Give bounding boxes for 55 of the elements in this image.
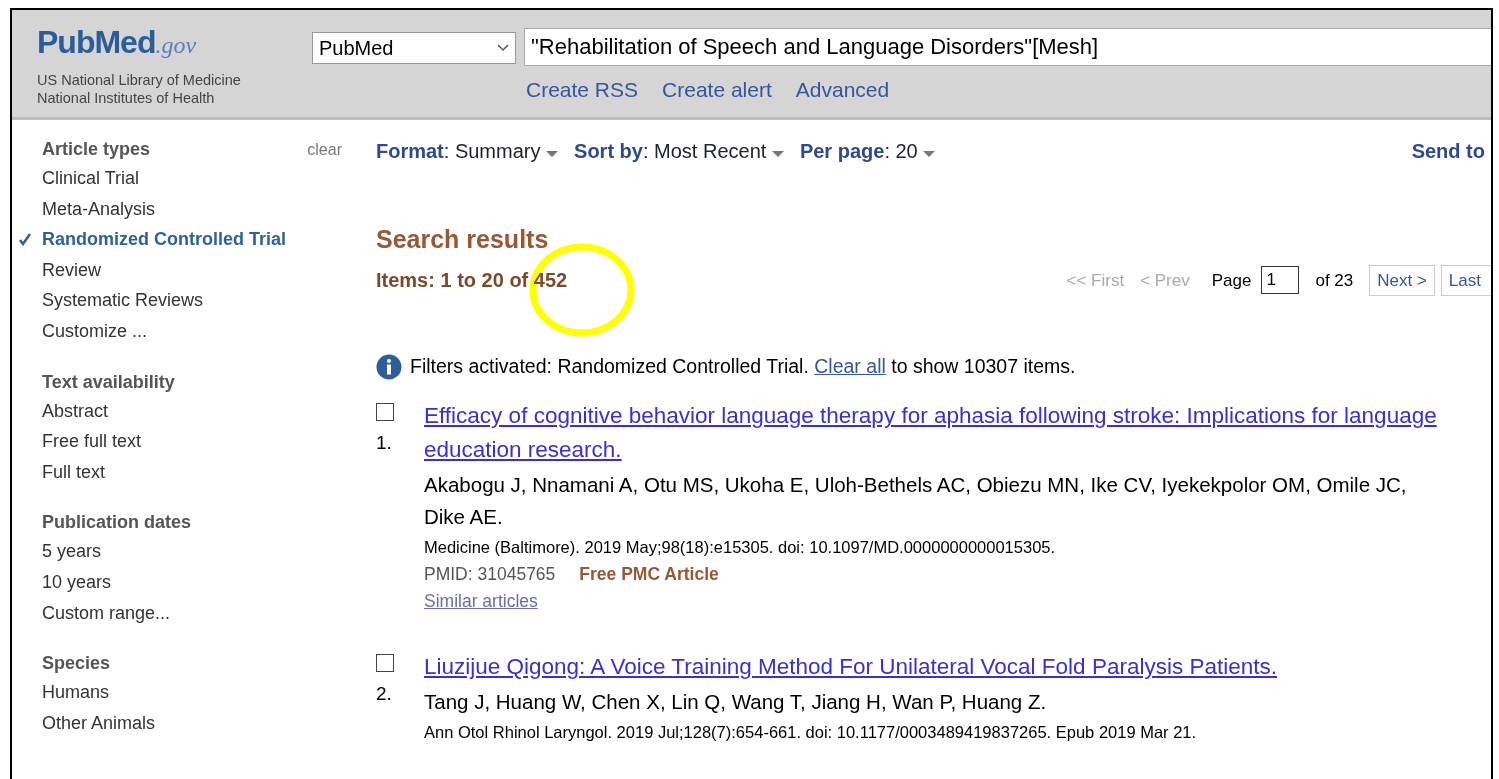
display-option[interactable]: Format: Summary xyxy=(376,136,559,166)
filter-item[interactable]: Meta-Analysis xyxy=(42,193,156,225)
chevron-icon xyxy=(497,44,509,52)
header-link[interactable]: Create RSS xyxy=(526,74,639,106)
pagination-link[interactable]: Next > xyxy=(1369,264,1435,296)
filter-heading: Text availability xyxy=(42,370,175,394)
result-title-link[interactable]: Liuzijue Qigong: A Voice Training Method For Unilateral Vocal Fold Paralysis Patients. xyxy=(424,649,1277,684)
filter-item[interactable]: 5 years xyxy=(42,536,102,567)
page-total: of 23 xyxy=(1315,269,1354,292)
filter-item[interactable]: Full text xyxy=(42,456,106,488)
filter-item[interactable]: Clinical Trial xyxy=(42,163,140,194)
page-label: Page xyxy=(1211,269,1252,292)
similar-articles-link[interactable]: Similar articles xyxy=(424,590,538,611)
filter-heading: Article types xyxy=(42,138,151,161)
search-field[interactable]: "Rehabilitation of Speech and Language Disorders"[Mesh] xyxy=(524,28,1491,66)
org-name: National Institutes of Health xyxy=(37,89,216,107)
clear-link[interactable]: clear xyxy=(307,137,342,162)
filter-item[interactable]: Systematic Reviews xyxy=(42,285,204,316)
result-number: 2. xyxy=(376,681,393,706)
filter-item[interactable]: Humans xyxy=(42,677,110,708)
filter-heading: Species xyxy=(42,652,111,676)
filter-item[interactable]: Abstract xyxy=(42,395,109,427)
filter-item[interactable]: Randomized Controlled Trial xyxy=(42,224,287,255)
result-number: 1. xyxy=(376,431,393,456)
results-heading: Search results xyxy=(376,224,550,255)
result-citation: Ann Otol Rhinol Laryngol. 2019 Jul;128(7):654-661. doi: 10.1177/0003489419837265. Epub 2019 Mar 21. xyxy=(424,721,1198,743)
send-to-menu[interactable]: Send to xyxy=(1411,136,1485,166)
org-name: US National Library of Medicine xyxy=(37,71,242,89)
header-link[interactable]: Create alert xyxy=(662,74,772,106)
result-authors: Akabogu J, Nnamani A, Otu MS, Ukoha E, Uloh-Bethels AC, Obiezu MN, Ike CV, Iyekekpolor OM, Omile JC, Dike AE. xyxy=(424,472,1408,531)
result-checkbox[interactable] xyxy=(376,403,394,422)
result-title-link[interactable]: Efficacy of cognitive behavior language therapy for aphasia following stroke: Implications for language education research. xyxy=(424,399,1441,468)
filter-item[interactable]: Custom range... xyxy=(42,597,171,629)
pmid-text: PMID: 31045765 xyxy=(424,563,556,587)
display-option[interactable]: Sort by: Most Recent xyxy=(574,136,784,166)
page-number-field[interactable]: 1 xyxy=(1261,266,1300,295)
logo-text[interactable]: PubMed xyxy=(37,24,156,60)
pagination-link[interactable]: Last xyxy=(1440,264,1491,296)
filter-heading: Publication dates xyxy=(42,511,192,535)
result-authors: Tang J, Huang W, Chen X, Lin Q, Wang T, Jiang H, Wan P, Huang Z. xyxy=(424,688,1048,715)
filter-item[interactable]: Customize ... xyxy=(42,315,148,347)
logo-suffix: .gov xyxy=(155,32,197,58)
info-icon xyxy=(376,353,402,380)
filter-notice: Filters activated: Randomized Controlled Trial. Clear all to show 10307 items. xyxy=(410,354,1076,379)
clear-all-link[interactable]: Clear all xyxy=(814,355,886,377)
result-checkbox[interactable] xyxy=(376,653,394,672)
header-link[interactable]: Advanced xyxy=(795,74,890,106)
filter-item[interactable]: Other Animals xyxy=(42,707,156,739)
filter-item[interactable]: 10 years xyxy=(42,566,112,598)
filter-item[interactable]: Free full text xyxy=(42,426,142,457)
display-option[interactable]: Per page: 20 xyxy=(799,136,936,166)
free-article-label: Free PMC Article xyxy=(579,563,719,587)
result-citation: Medicine (Baltimore). 2019 May;98(18):e15305. doi: 10.1097/MD.0000000000015305. xyxy=(424,537,1057,559)
filter-item[interactable]: Review xyxy=(42,254,102,286)
database-select[interactable]: PubMed xyxy=(312,32,516,64)
